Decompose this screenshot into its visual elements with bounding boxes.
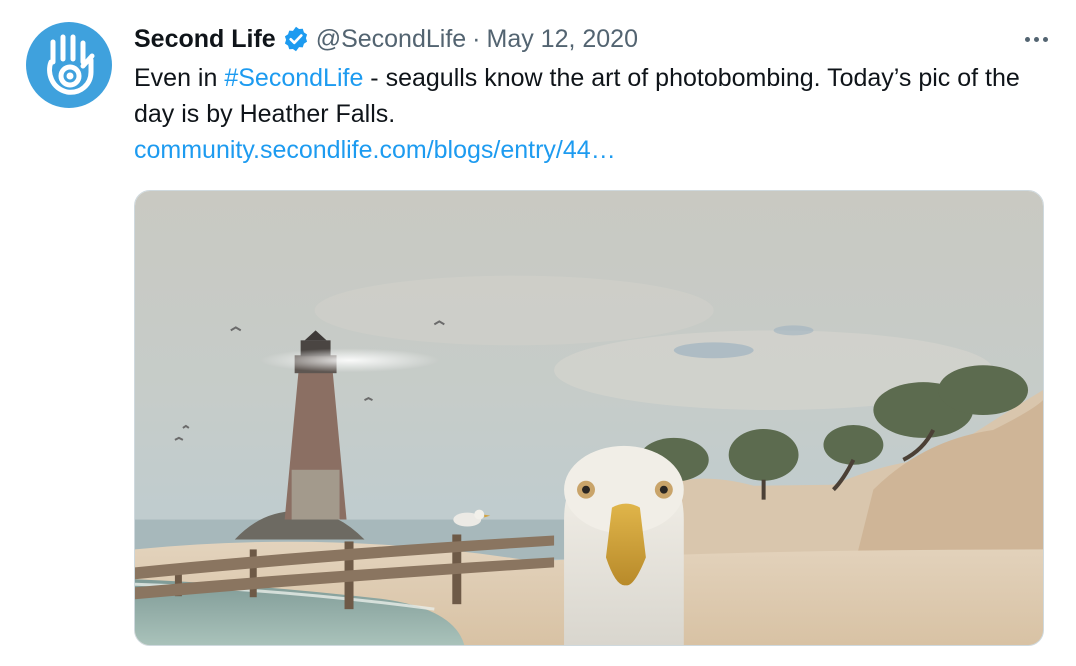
tweet-link[interactable]: community.secondlife.com/blogs/entry/44… (134, 132, 1034, 168)
hashtag-link[interactable]: #SecondLife (224, 64, 363, 92)
author-name[interactable]: Second Life (134, 25, 276, 54)
verified-badge-icon (282, 25, 310, 53)
seagull-lighthouse-photo (135, 191, 1043, 645)
tweet-header: Second Life @SecondLife · May 12, 2020 (134, 22, 1048, 56)
tweet-text: Even in #SecondLife - seagulls know the … (134, 60, 1034, 168)
separator-dot: · (472, 24, 481, 53)
tweet-date[interactable]: May 12, 2020 (487, 25, 639, 54)
tweet-media-image[interactable] (134, 190, 1044, 646)
second-life-hand-eye-icon (47, 34, 95, 95)
tweet-text-before: Even in (134, 64, 225, 92)
avatar[interactable] (26, 22, 112, 108)
author-handle[interactable]: @SecondLife (316, 25, 466, 54)
more-horizontal-icon[interactable] (1025, 22, 1048, 56)
